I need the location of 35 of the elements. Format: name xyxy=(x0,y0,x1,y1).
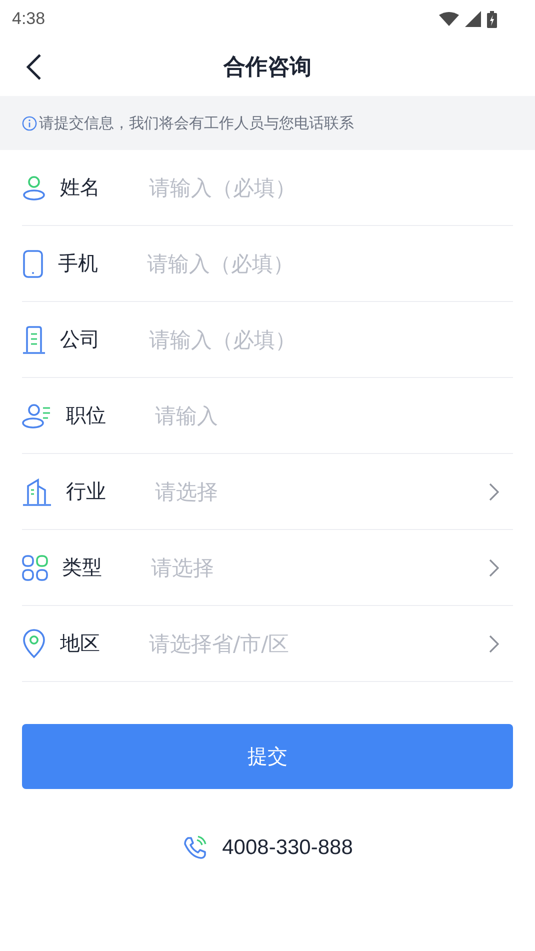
back-icon[interactable] xyxy=(26,53,42,81)
field-label: 类型 xyxy=(62,554,103,581)
battery-icon xyxy=(487,10,497,28)
person-icon xyxy=(22,174,46,200)
person-list-icon xyxy=(22,402,52,428)
notice-text: 请提交信息，我们将会有工作人员与您电话联系 xyxy=(39,114,354,132)
buildings-icon xyxy=(22,478,52,506)
select-field[interactable]: 请选择 xyxy=(155,478,513,506)
phone-icon xyxy=(22,250,44,278)
phone-call-icon xyxy=(182,835,208,861)
submit-button[interactable]: 提交 xyxy=(22,724,513,789)
signal-icon xyxy=(465,11,481,27)
building-icon xyxy=(22,326,46,354)
wifi-icon xyxy=(439,12,459,26)
page-title: 合作咨询 xyxy=(224,54,312,82)
location-pin-icon xyxy=(22,628,46,658)
field-label: 手机 xyxy=(58,250,99,277)
chevron-right-icon xyxy=(489,634,499,652)
info-icon xyxy=(22,116,37,130)
hotline-number[interactable]: 4008-330-888 xyxy=(222,836,353,860)
input-field[interactable]: 请输入（必填） xyxy=(149,176,513,200)
status-time: 4:38 xyxy=(12,9,46,29)
input-field[interactable]: 请输入（必填） xyxy=(149,328,513,352)
chevron-right-icon xyxy=(489,558,499,576)
chevron-right-icon xyxy=(489,482,499,500)
field-label: 姓名 xyxy=(60,174,101,201)
input-field[interactable]: 请输入（必填） xyxy=(147,252,513,276)
grid-icon xyxy=(22,554,48,580)
field-label: 地区 xyxy=(60,630,101,657)
field-label: 公司 xyxy=(60,326,101,353)
select-field[interactable]: 请选择 xyxy=(151,554,513,582)
input-field[interactable]: 请输入 xyxy=(155,404,513,428)
field-label: 行业 xyxy=(66,478,107,505)
field-label: 职位 xyxy=(66,402,107,429)
select-field[interactable]: 请选择省/市/区 xyxy=(149,630,513,658)
